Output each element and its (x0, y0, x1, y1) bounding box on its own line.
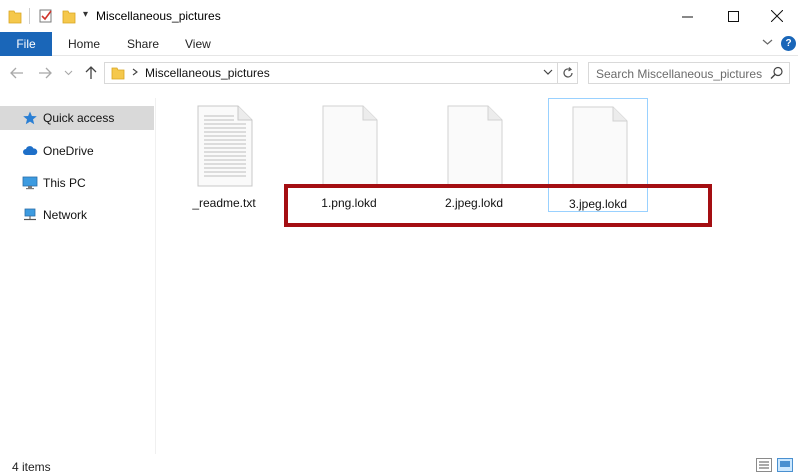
toolbar-separator (29, 8, 30, 24)
help-icon[interactable]: ? (781, 36, 796, 51)
sidebar-item-label: OneDrive (43, 144, 94, 158)
ribbon-tabs: File Home Share View ? (0, 32, 798, 56)
properties-check-icon[interactable] (38, 8, 54, 24)
window-title: Miscellaneous_pictures (96, 9, 221, 23)
maximize-icon (727, 10, 739, 22)
minimize-icon (681, 16, 693, 17)
tab-view[interactable]: View (185, 32, 211, 56)
close-button[interactable] (754, 0, 798, 32)
navigation-pane: Quick access OneDrive This PC Network (0, 98, 156, 454)
file-list-view: _readme.txt 1.png.lokd 2.jpeg.lokd 3.jpe… (157, 92, 798, 454)
search-input[interactable]: Search Miscellaneous_pictures (596, 67, 762, 81)
close-icon (771, 10, 783, 22)
address-dropdown-chevron-icon[interactable] (543, 66, 553, 78)
new-folder-icon[interactable] (62, 8, 76, 24)
maximize-button[interactable] (710, 0, 756, 32)
large-icons-view-icon[interactable] (777, 458, 793, 472)
sidebar-item-network[interactable]: Network (0, 203, 154, 227)
sidebar-item-label: Network (43, 208, 88, 222)
sidebar-item-label: Quick access (43, 111, 115, 125)
network-icon (24, 208, 36, 221)
refresh-button[interactable] (558, 62, 578, 84)
file-name: _readme.txt (192, 196, 256, 210)
details-view-icon[interactable] (756, 458, 772, 472)
expand-ribbon-chevron-icon[interactable] (762, 37, 773, 47)
blank-document-icon (322, 105, 378, 187)
breadcrumb-current-folder[interactable]: Miscellaneous_pictures (145, 66, 270, 80)
item-count: 4 items (12, 460, 51, 474)
customize-toolbar-arrow-icon[interactable]: ▾ (83, 9, 88, 20)
up-arrow-icon[interactable] (84, 66, 98, 80)
forward-arrow-icon[interactable] (38, 66, 52, 80)
status-bar: 4 items (0, 454, 798, 476)
cloud-icon (23, 146, 38, 155)
refresh-icon (562, 67, 573, 78)
search-icon[interactable] (770, 66, 784, 80)
breadcrumb-chevron-icon[interactable] (131, 65, 139, 79)
blank-document-icon (447, 105, 503, 187)
folder-icon (111, 67, 125, 80)
minimize-button[interactable] (664, 0, 710, 32)
folder-icon[interactable] (8, 8, 22, 24)
tab-share[interactable]: Share (127, 32, 159, 56)
search-box[interactable]: Search Miscellaneous_pictures (588, 62, 790, 84)
file-item-readme[interactable]: _readme.txt (174, 98, 274, 212)
sidebar-item-label: This PC (43, 176, 86, 190)
blank-document-icon (572, 106, 628, 188)
computer-icon (22, 176, 38, 190)
highlight-annotation-box (284, 184, 712, 227)
tab-home[interactable]: Home (68, 32, 100, 56)
sidebar-item-this-pc[interactable]: This PC (0, 171, 154, 195)
address-bar[interactable]: Miscellaneous_pictures (104, 62, 558, 84)
title-bar: ▾ Miscellaneous_pictures (0, 0, 798, 32)
sidebar-item-quick-access[interactable]: Quick access (0, 106, 154, 130)
tab-file[interactable]: File (0, 32, 52, 56)
text-document-icon (197, 105, 253, 187)
sidebar-item-onedrive[interactable]: OneDrive (0, 139, 154, 163)
back-arrow-icon[interactable] (10, 66, 24, 80)
star-icon (23, 111, 37, 125)
recent-locations-chevron-icon[interactable] (64, 68, 73, 77)
